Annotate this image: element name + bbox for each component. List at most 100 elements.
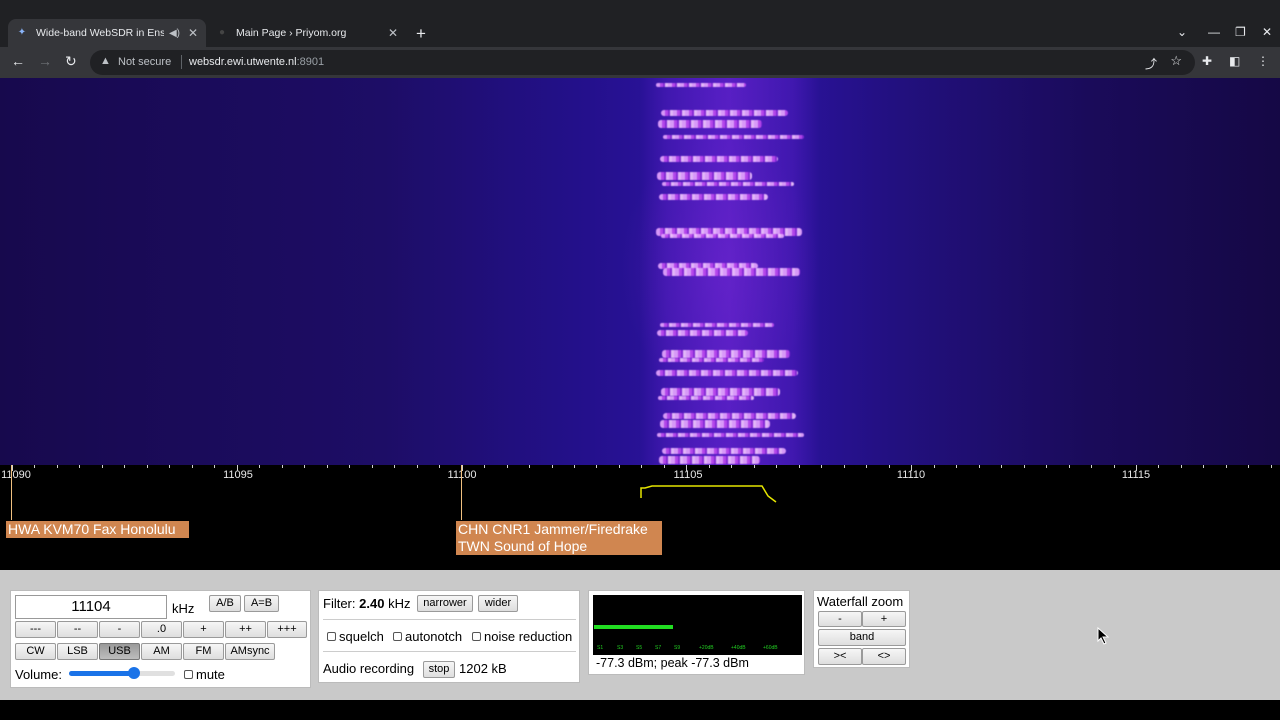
tab-websdr[interactable]: ✦ Wide-band WebSDR in Ensch ◀) ✕: [8, 19, 206, 47]
station-marker-line: [461, 465, 462, 520]
scale-tick: [79, 465, 80, 468]
mode-am-button[interactable]: AM: [141, 643, 182, 660]
waterfall-signal-streak: [659, 358, 764, 362]
warning-icon[interactable]: ▲: [100, 55, 111, 67]
step-down-medium-button[interactable]: --: [57, 621, 98, 638]
ab-button[interactable]: A/B: [209, 595, 241, 612]
round-frequency-button[interactable]: .0: [141, 621, 182, 638]
zoom-narrow-button[interactable]: ><: [818, 648, 862, 665]
waterfall-signal-streak: [657, 172, 752, 180]
scale-tick: [1091, 465, 1092, 468]
filter-width-unit: kHz: [388, 596, 411, 611]
menu-kebab-icon[interactable]: ⋮: [1257, 54, 1269, 68]
extensions-icon[interactable]: ✚: [1202, 54, 1212, 68]
noise-reduction-box[interactable]: [472, 632, 481, 641]
waterfall-signal-streak: [658, 396, 754, 400]
autonotch-box[interactable]: [393, 632, 402, 641]
frequency-scale[interactable]: 11090 11095 11100 11105 11110 11115: [0, 465, 1280, 520]
station-label-text: CHN CNR1 Jammer/Firedrake: [458, 521, 648, 537]
close-window-icon[interactable]: ✕: [1262, 25, 1272, 39]
noise-reduction-label: noise reduction: [484, 629, 573, 644]
zoom-wide-button[interactable]: <>: [862, 648, 906, 665]
station-label-chn-twn[interactable]: CHN CNR1 Jammer/Firedrake TWN Sound of H…: [456, 521, 662, 555]
station-label-hwa[interactable]: HWA KVM70 Fax Honolulu: [6, 521, 189, 538]
smeter-scale-label: S1: [597, 645, 604, 651]
restore-icon[interactable]: ❐: [1235, 25, 1246, 39]
scale-tick: [462, 465, 463, 471]
scale-tick: [731, 465, 732, 468]
frequency-input[interactable]: 11104: [15, 595, 167, 619]
back-icon[interactable]: ←: [11, 53, 25, 69]
scale-tick: [686, 465, 687, 471]
scale-tick: [169, 465, 170, 468]
url-host: websdr.ewi.utwente.nl: [189, 56, 297, 68]
tab-search-chevron-icon[interactable]: ⌄: [1177, 25, 1187, 39]
mode-fm-button[interactable]: FM: [183, 643, 224, 660]
share-icon[interactable]: ⤴: [1145, 55, 1157, 72]
mute-box[interactable]: [184, 670, 193, 679]
smeter-scale-label: +60dB: [763, 645, 778, 651]
scale-tick: [664, 465, 665, 468]
volume-slider[interactable]: [69, 666, 175, 680]
autonotch-checkbox[interactable]: autonotch: [393, 629, 462, 644]
a-equals-b-button[interactable]: A=B: [244, 595, 279, 612]
smeter-scale-label: +40dB: [731, 645, 746, 651]
stop-recording-button[interactable]: stop: [423, 661, 455, 678]
waterfall-signal-streak: [663, 268, 800, 276]
zoom-out-button[interactable]: -: [818, 611, 862, 627]
station-label-text-2: TWN Sound of Hope: [458, 538, 588, 554]
side-panel-icon[interactable]: ◧: [1229, 54, 1240, 68]
mode-amsync-button[interactable]: AMsync: [225, 643, 275, 660]
mode-usb-button[interactable]: USB: [99, 643, 140, 660]
new-tab-icon[interactable]: +: [416, 24, 426, 44]
url-text: websdr.ewi.utwente.nl:8901: [189, 56, 324, 68]
address-bar[interactable]: ▲ Not secure websdr.ewi.utwente.nl:8901 …: [90, 50, 1195, 75]
passband-indicator[interactable]: [0, 465, 1280, 520]
smeter-panel: S1 S3 S5 S7 S9 +20dB +40dB +60dB -77.3 d…: [588, 590, 805, 675]
station-marker-line: [11, 465, 12, 520]
recording-size: 1202 kB: [459, 661, 507, 676]
step-down-small-button[interactable]: -: [99, 621, 140, 638]
zoom-band-button[interactable]: band: [818, 629, 906, 646]
waterfall-signal-streak: [657, 433, 804, 437]
waterfall-signal-streak: [661, 234, 784, 238]
reload-icon[interactable]: ↻: [65, 53, 77, 70]
waterfall-signal-streak: [663, 413, 796, 419]
mode-lsb-button[interactable]: LSB: [57, 643, 98, 660]
scale-tick: [1069, 465, 1070, 468]
station-label-text: HWA KVM70 Fax Honolulu: [8, 521, 176, 537]
mode-cw-button[interactable]: CW: [15, 643, 56, 660]
forward-icon[interactable]: →: [38, 53, 52, 69]
mute-checkbox[interactable]: mute: [184, 667, 225, 682]
scale-tick: [956, 465, 957, 468]
squelch-checkbox[interactable]: squelch: [327, 629, 384, 644]
squelch-box[interactable]: [327, 632, 336, 641]
step-up-large-button[interactable]: +++: [267, 621, 307, 638]
smeter-scale-label: S9: [674, 645, 681, 651]
tab-title: Wide-band WebSDR in Ensch: [36, 27, 164, 39]
step-down-large-button[interactable]: ---: [15, 621, 56, 638]
bookmark-star-icon[interactable]: ☆: [1170, 53, 1182, 69]
filter-divider: [323, 651, 576, 652]
close-tab-icon[interactable]: ✕: [188, 26, 198, 40]
waterfall-signal-streak: [656, 370, 798, 376]
close-tab-icon[interactable]: ✕: [388, 26, 398, 40]
volume-label: Volume:: [15, 667, 62, 682]
waterfall-display[interactable]: [0, 78, 1280, 465]
scale-tick: [102, 465, 103, 468]
scale-tick: [1271, 465, 1272, 468]
zoom-in-button[interactable]: +: [862, 611, 906, 627]
step-up-medium-button[interactable]: ++: [225, 621, 266, 638]
narrower-button[interactable]: narrower: [417, 595, 473, 612]
waterfall-signal-streak: [659, 194, 768, 200]
noise-reduction-checkbox[interactable]: noise reduction: [472, 629, 572, 644]
scale-tick: [866, 465, 867, 468]
tab-priyom[interactable]: ● Main Page › Priyom.org ✕: [208, 19, 406, 47]
volume-thumb[interactable]: [128, 667, 140, 679]
waterfall-signal-streak: [658, 120, 762, 128]
speaker-icon[interactable]: ◀): [169, 28, 180, 39]
wider-button[interactable]: wider: [478, 595, 518, 612]
minimize-icon[interactable]: —: [1208, 25, 1220, 39]
step-up-small-button[interactable]: +: [183, 621, 224, 638]
address-divider: [181, 55, 182, 69]
